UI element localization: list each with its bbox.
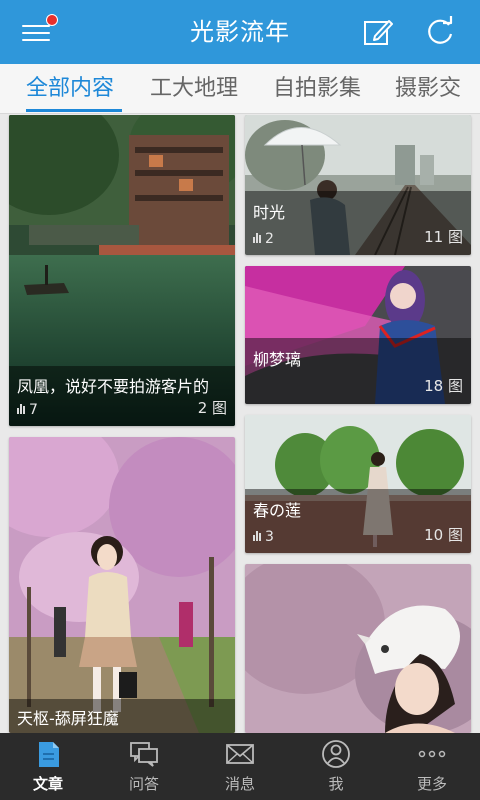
refresh-button[interactable] (420, 12, 460, 52)
tab-selfie-album[interactable]: 自拍影集 (273, 64, 361, 113)
article-card[interactable]: 时光 2 11 图 (245, 115, 471, 255)
card-photo (245, 564, 471, 733)
nav-more[interactable]: 更多 (384, 733, 480, 800)
bar-chart-icon (253, 529, 262, 545)
nav-label: 我 (328, 775, 344, 793)
article-feed[interactable]: 凤凰，说好不要拍游客片的 7 2 图 时光 2 11 图 柳梦璃 18 图 春の… (0, 115, 480, 733)
app-header: 光影流年 (0, 0, 480, 64)
nav-article[interactable]: 文章 (0, 733, 96, 800)
card-caption: 天枢-舔屏狂魔 (9, 699, 235, 733)
active-tab-indicator (26, 109, 122, 112)
card-caption: 时光 2 11 图 (245, 191, 471, 255)
bar-chart-icon (17, 402, 26, 418)
edit-icon (364, 20, 393, 45)
nav-label: 问答 (128, 775, 159, 793)
view-count: 3 (253, 529, 274, 545)
tab-gongda-geography[interactable]: 工大地理 (150, 64, 238, 113)
view-count: 2 (253, 231, 274, 247)
compose-button[interactable] (358, 12, 398, 52)
category-tabs: 全部内容 工大地理 自拍影集 摄影交 (0, 64, 480, 114)
photo-count: 18 图 (424, 377, 463, 395)
article-card[interactable]: 凤凰，说好不要拍游客片的 7 2 图 (9, 115, 235, 426)
photo-count: 11 图 (424, 228, 463, 246)
card-title: 天枢-舔屏狂魔 (17, 709, 119, 728)
qa-icon (130, 742, 158, 767)
card-title: 时光 (253, 203, 286, 222)
photo-count: 2 图 (197, 399, 227, 417)
card-caption: 柳梦璃 18 图 (245, 338, 471, 404)
card-caption: 凤凰，说好不要拍游客片的 7 2 图 (9, 366, 235, 426)
card-title: 凤凰，说好不要拍游客片的 (17, 377, 210, 396)
photo-count: 10 图 (424, 526, 463, 544)
bottom-nav: 文章 问答 消息 我 更多 (0, 733, 480, 800)
nav-label: 文章 (32, 775, 63, 793)
card-caption: 春の莲 3 10 图 (245, 489, 471, 553)
article-card[interactable]: 柳梦璃 18 图 (245, 266, 471, 404)
nav-messages[interactable]: 消息 (192, 733, 288, 800)
nav-label: 消息 (224, 775, 255, 793)
tab-photography[interactable]: 摄影交 (395, 64, 461, 113)
article-card[interactable]: 天枢-舔屏狂魔 (9, 437, 235, 733)
article-icon (39, 742, 59, 767)
nav-qa[interactable]: 问答 (96, 733, 192, 800)
bar-chart-icon (253, 231, 262, 247)
article-card[interactable] (245, 564, 471, 733)
more-icon (418, 750, 446, 758)
card-photo (9, 437, 235, 733)
mail-icon (226, 744, 254, 764)
tab-all[interactable]: 全部内容 (26, 64, 114, 113)
card-title: 春の莲 (253, 501, 302, 520)
nav-label: 更多 (416, 775, 447, 793)
nav-me[interactable]: 我 (288, 733, 384, 800)
card-title: 柳梦璃 (253, 350, 302, 369)
app-title: 光影流年 (190, 18, 290, 46)
article-card[interactable]: 春の莲 3 10 图 (245, 415, 471, 553)
user-icon (322, 740, 350, 768)
refresh-icon (428, 16, 453, 44)
view-count: 7 (17, 402, 38, 418)
